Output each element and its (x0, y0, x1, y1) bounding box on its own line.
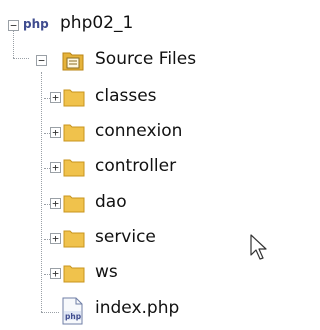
svg-text:php: php (23, 17, 49, 31)
expand-toggle[interactable]: + (50, 127, 61, 138)
expand-toggle[interactable]: + (50, 233, 61, 244)
folder-label: connexion (95, 121, 183, 141)
project-tree: − php php02_1 − Source Files + classes + (0, 0, 271, 328)
tree-item-project[interactable]: − php php02_1 (0, 9, 271, 39)
folder-label: service (95, 227, 156, 247)
tree-item-folder-ws[interactable]: + ws (0, 259, 271, 289)
project-name-label: php02_1 (60, 13, 134, 33)
collapse-toggle[interactable]: − (36, 55, 47, 66)
folder-label: classes (95, 86, 157, 106)
folder-icon (62, 261, 86, 290)
folder-label: ws (95, 262, 118, 282)
folder-icon (62, 85, 86, 114)
folder-icon (62, 120, 86, 149)
php-project-icon: php (22, 13, 50, 40)
expand-toggle[interactable]: + (50, 92, 61, 103)
tree-item-folder-controller[interactable]: + controller (0, 153, 271, 183)
expand-toggle[interactable]: + (50, 198, 61, 209)
folder-label: dao (95, 192, 127, 212)
tree-item-source-files[interactable]: − Source Files (0, 46, 271, 76)
mouse-cursor-icon (250, 234, 268, 267)
file-label: index.php (95, 298, 180, 318)
tree-item-folder-connexion[interactable]: + connexion (0, 118, 271, 148)
svg-text:php: php (65, 312, 82, 321)
expand-toggle[interactable]: + (50, 268, 61, 279)
php-file-icon: php (60, 297, 86, 330)
folder-icon (62, 155, 86, 184)
tree-item-folder-service[interactable]: + service (0, 224, 271, 254)
tree-item-folder-classes[interactable]: + classes (0, 83, 271, 113)
folder-label: controller (95, 156, 177, 176)
folder-icon (62, 226, 86, 255)
source-files-label: Source Files (95, 49, 197, 69)
tree-item-file-index[interactable]: php index.php (0, 296, 271, 326)
collapse-toggle[interactable]: − (8, 20, 19, 31)
expand-toggle[interactable]: + (50, 162, 61, 173)
folder-icon (62, 191, 86, 220)
tree-item-folder-dao[interactable]: + dao (0, 189, 271, 219)
source-folder-icon (60, 47, 86, 78)
